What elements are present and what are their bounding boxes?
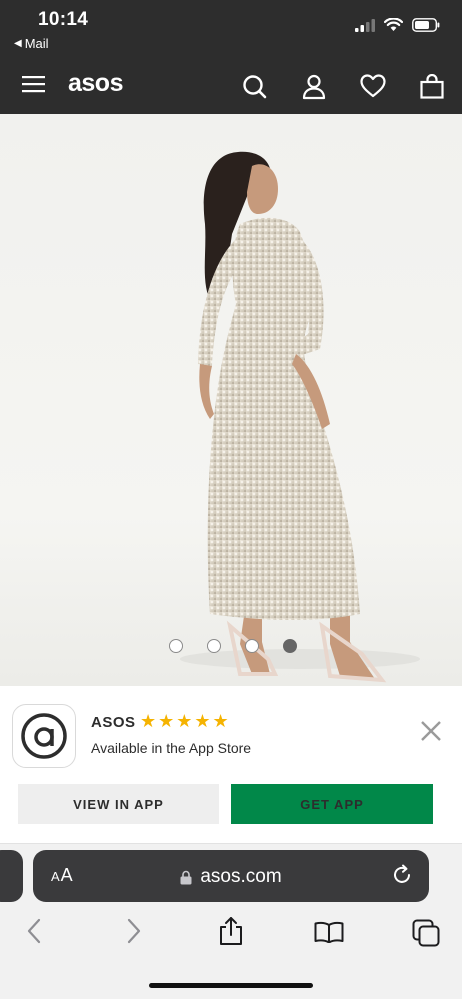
at-sign-icon (21, 713, 67, 759)
bag-icon[interactable] (420, 74, 444, 99)
url-display[interactable]: asos.com (33, 866, 429, 888)
forward-icon[interactable] (126, 918, 142, 944)
status-icons (355, 18, 440, 32)
url-text: asos.com (200, 866, 282, 887)
close-icon[interactable] (420, 720, 442, 742)
site-header: asos (0, 58, 462, 114)
app-store-banner: ASOS ★★★★★ Available in the App Store VI… (0, 686, 462, 844)
back-icon[interactable] (26, 918, 42, 944)
previous-tab-preview[interactable] (0, 850, 23, 902)
back-app-label: Mail (24, 36, 49, 51)
menu-icon[interactable] (22, 75, 45, 93)
carousel-dot[interactable] (169, 639, 183, 653)
tabs-icon[interactable] (412, 919, 440, 947)
product-photo (180, 151, 420, 683)
view-in-app-button[interactable]: VIEW IN APP (18, 784, 219, 824)
home-indicator[interactable] (149, 983, 313, 988)
top-bar: 10:14 ◀ Mail asos (0, 0, 462, 114)
carousel-indicators (0, 639, 462, 653)
asos-app-icon[interactable] (12, 704, 76, 768)
share-icon[interactable] (218, 916, 244, 946)
carousel-dot-active[interactable] (283, 639, 297, 653)
back-arrow-icon: ◀ (14, 38, 22, 49)
battery-icon (412, 18, 440, 32)
status-time: 10:14 (38, 9, 89, 30)
get-app-button[interactable]: GET APP (231, 784, 433, 824)
back-to-app-link[interactable]: ◀ Mail (14, 36, 49, 51)
browser-toolbar: AA asos.com (0, 844, 462, 999)
search-icon[interactable] (242, 74, 267, 99)
signal-icon (355, 18, 375, 32)
carousel-dot[interactable] (207, 639, 221, 653)
asos-logo[interactable]: asos (68, 69, 123, 98)
rating-stars: ★★★★★ (140, 711, 231, 731)
reload-icon[interactable] (391, 864, 413, 886)
saved-items-heart-icon[interactable] (360, 74, 386, 98)
address-bar[interactable]: AA asos.com (33, 850, 429, 902)
app-name: ASOS (91, 714, 136, 731)
lock-icon (180, 870, 192, 884)
product-image-carousel[interactable] (0, 114, 462, 686)
account-icon[interactable] (302, 74, 326, 100)
carousel-dot[interactable] (245, 639, 259, 653)
wifi-icon (384, 18, 403, 31)
bookmarks-icon[interactable] (314, 921, 344, 943)
app-subtitle: Available in the App Store (91, 740, 252, 756)
